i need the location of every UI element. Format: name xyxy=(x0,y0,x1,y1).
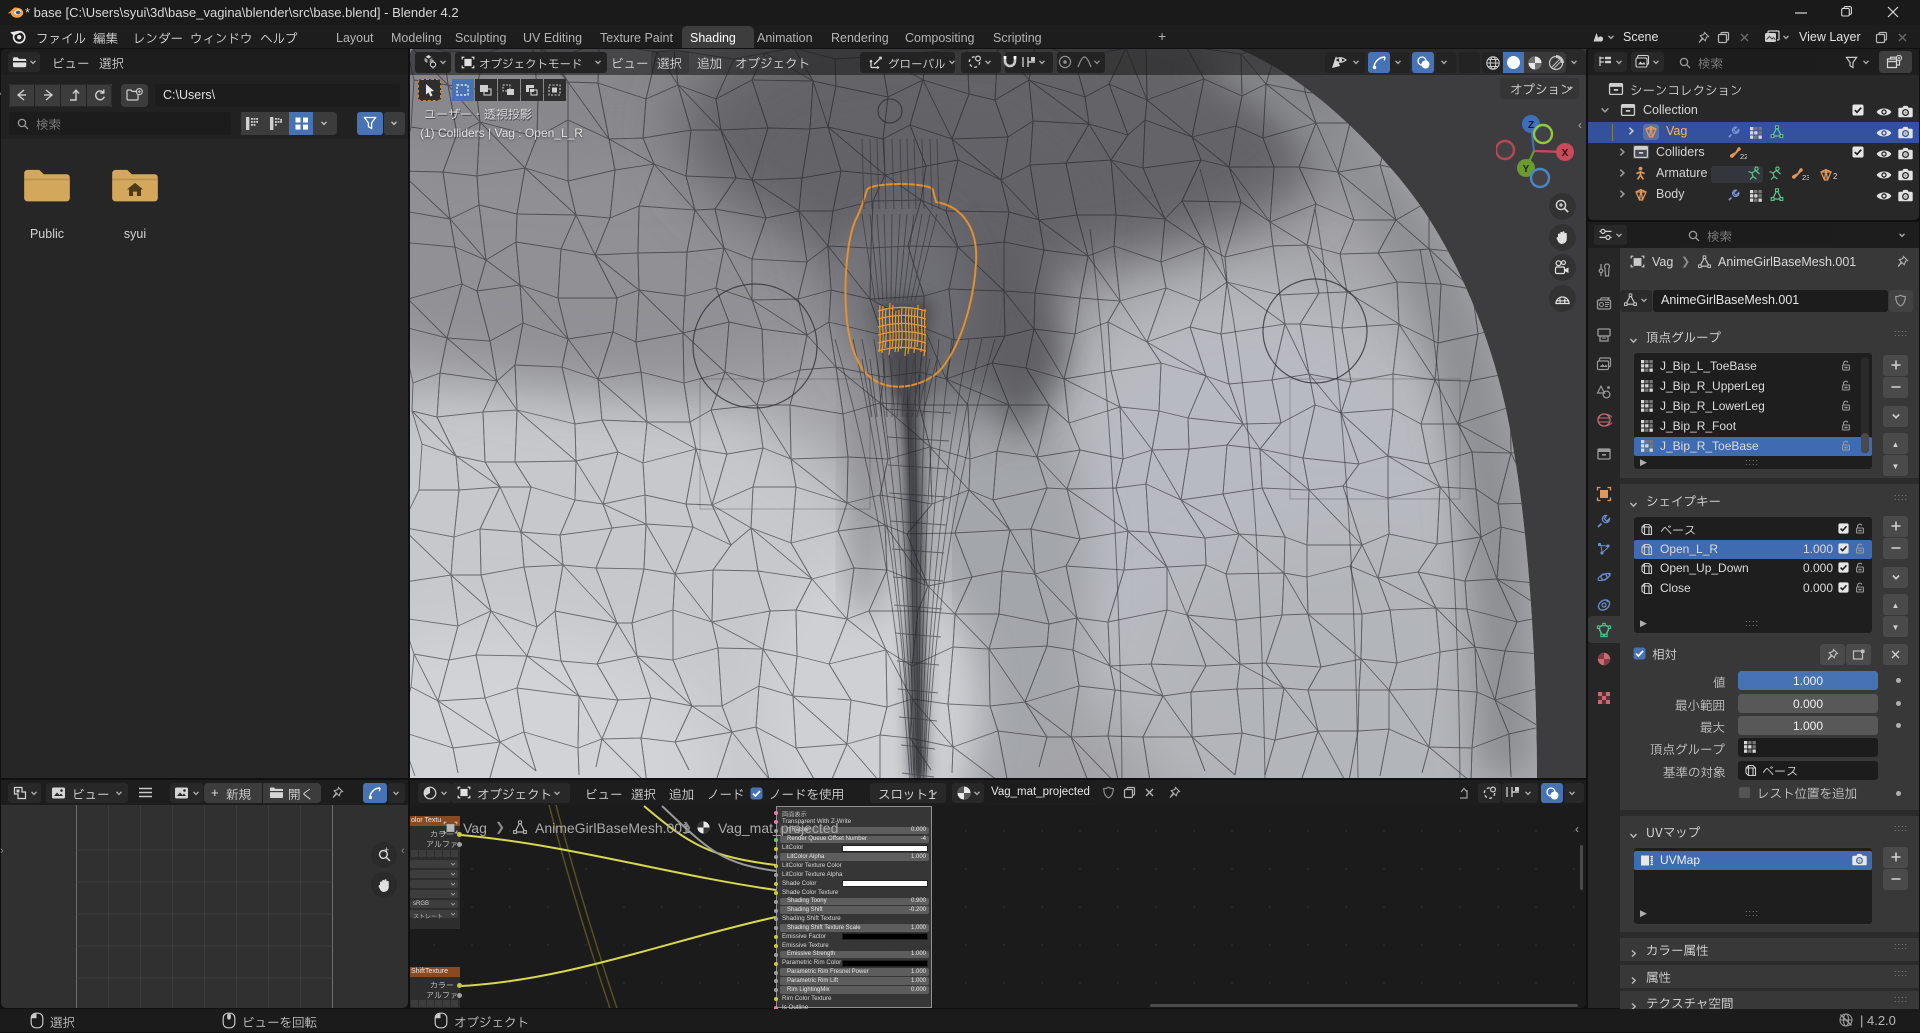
svg-text:Y: Y xyxy=(1523,164,1530,175)
svg-text:Z: Z xyxy=(1528,120,1534,131)
svg-text:22: 22 xyxy=(1740,152,1747,161)
svg-text:X: X xyxy=(1562,148,1569,159)
svg-text:23: 23 xyxy=(1802,173,1809,182)
